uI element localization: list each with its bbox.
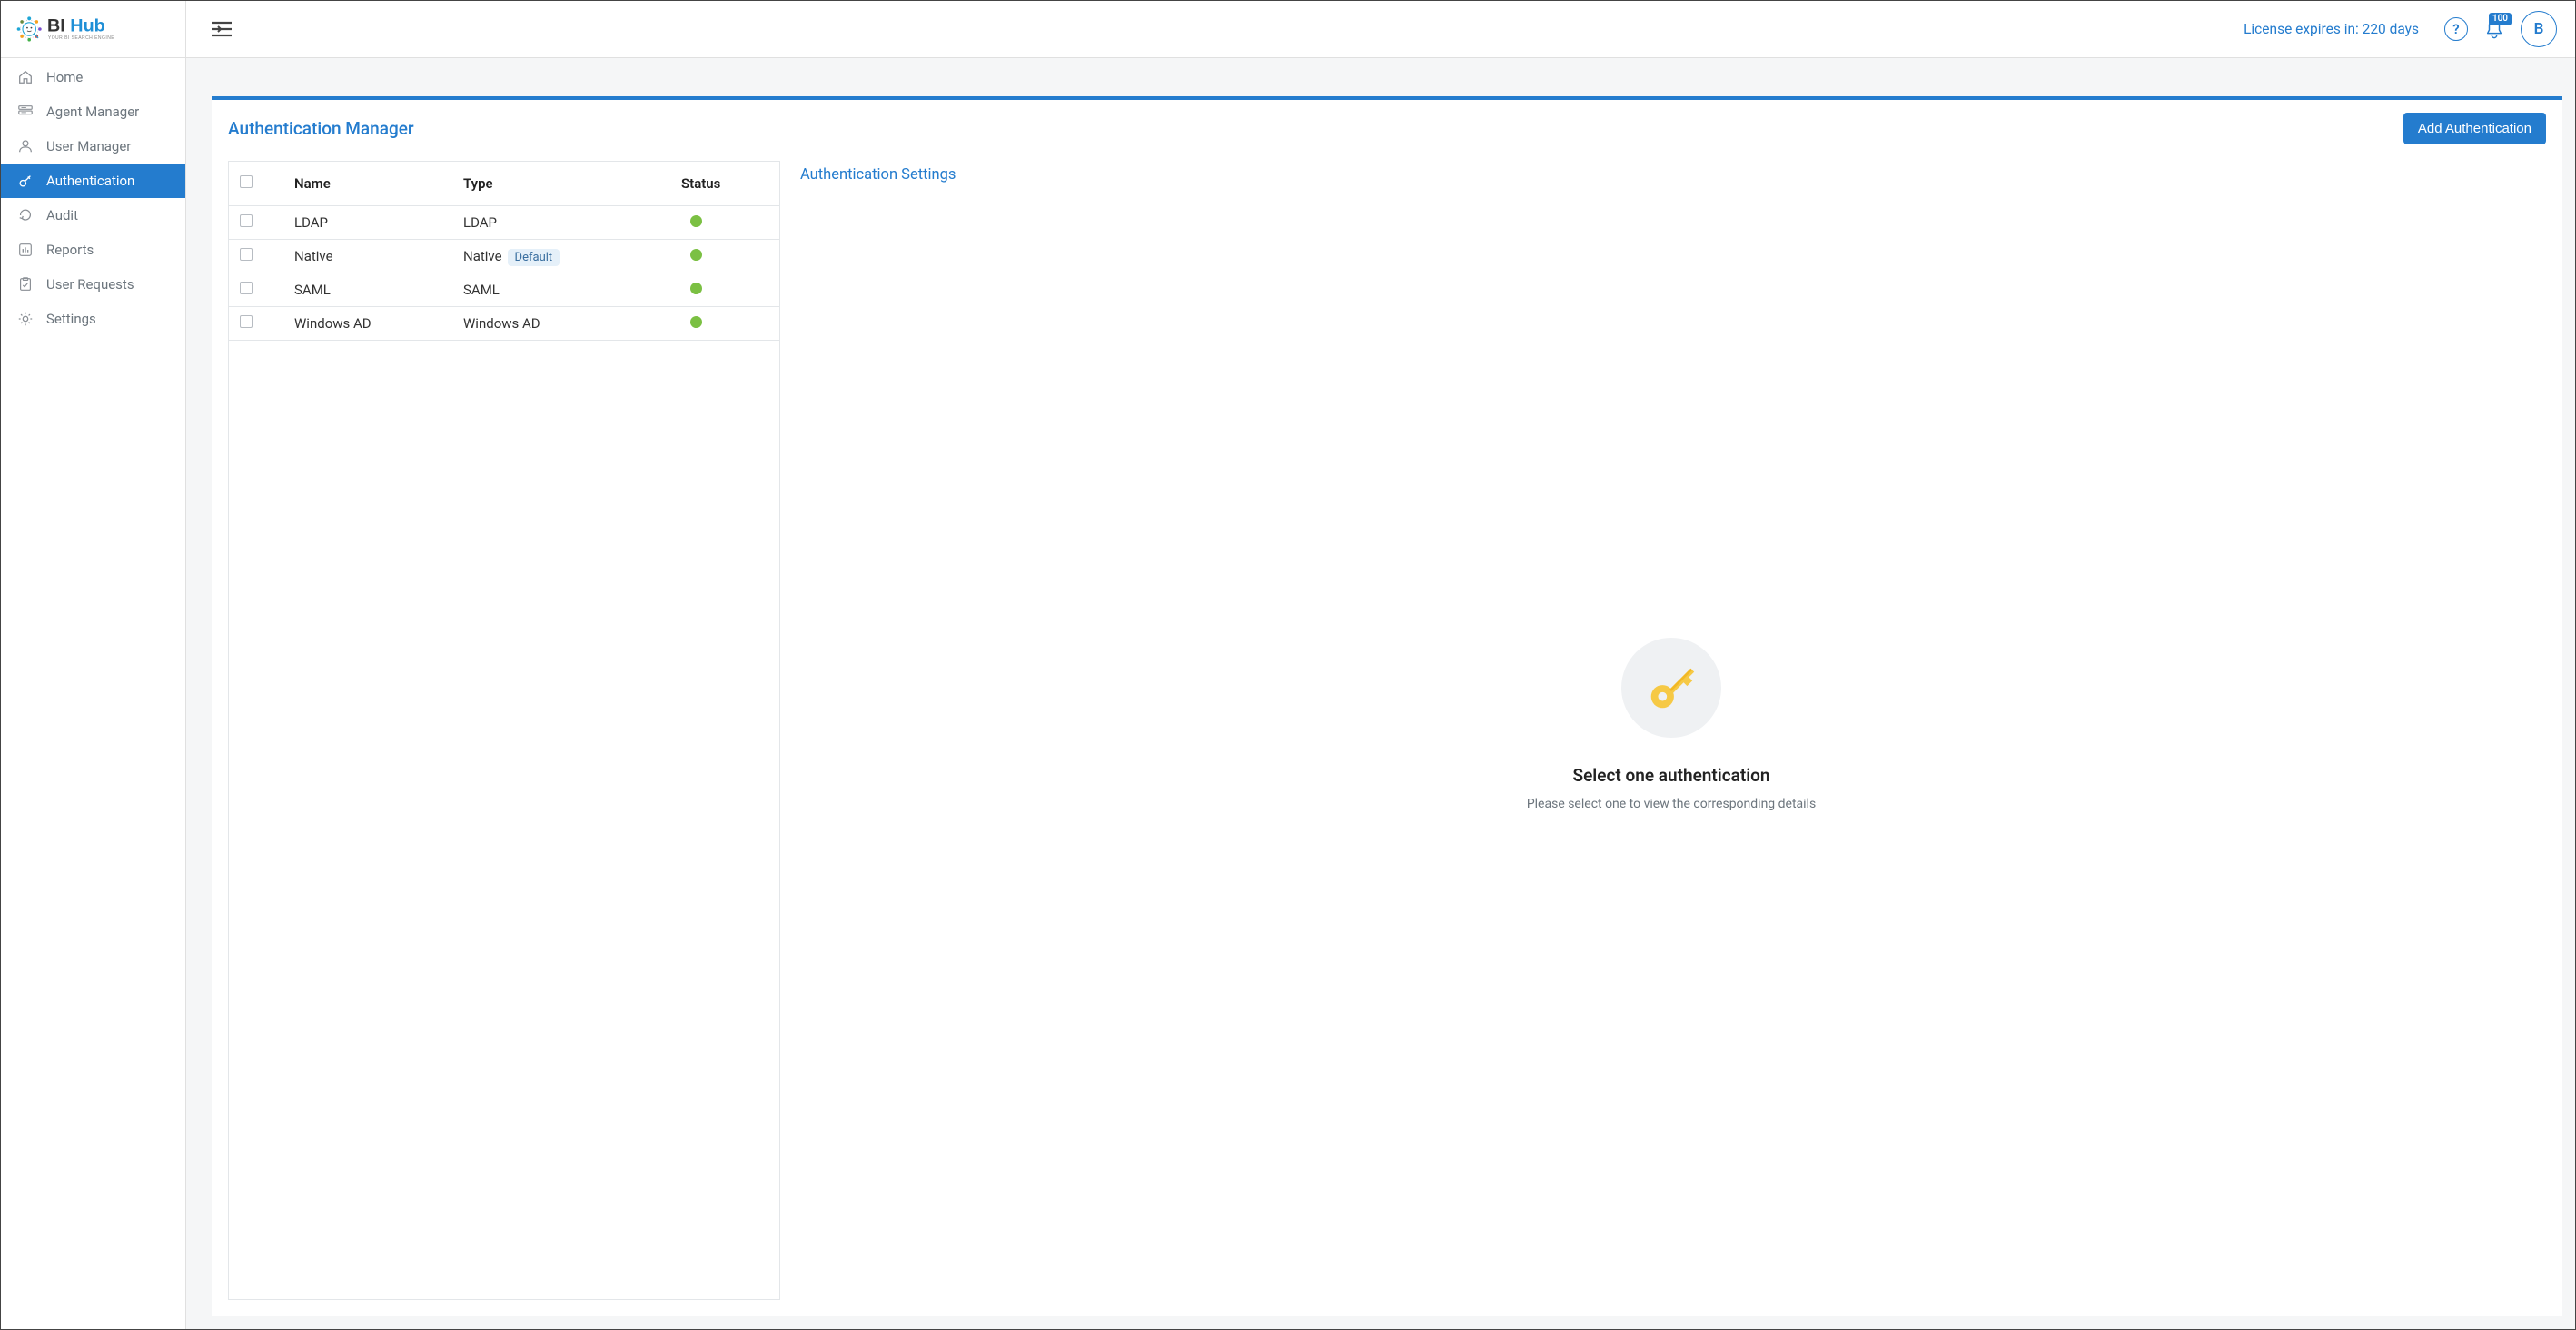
nav-label: Agent Manager [46, 104, 139, 120]
row-checkbox[interactable] [240, 282, 253, 294]
nav-label: User Requests [46, 276, 134, 293]
default-tag: Default [508, 249, 560, 266]
status-dot-icon [690, 316, 702, 328]
cell-status [670, 306, 779, 340]
table-row[interactable]: SAML SAML [229, 273, 779, 306]
status-dot-icon [690, 215, 702, 227]
notifications-button[interactable]: 100 [2484, 18, 2504, 40]
cell-status [670, 205, 779, 239]
nav-user-manager[interactable]: User Manager [1, 129, 185, 164]
nav-reports[interactable]: Reports [1, 233, 185, 267]
nav-label: Audit [46, 207, 78, 223]
menu-toggle-button[interactable] [212, 21, 232, 37]
column-header-name[interactable]: Name [283, 162, 452, 205]
select-all-checkbox[interactable] [240, 175, 253, 188]
cell-name: LDAP [283, 205, 452, 239]
svg-text:BI Hub: BI Hub [47, 16, 105, 36]
nav-label: User Manager [46, 138, 131, 154]
authentication-table: Name Type Status LDAP LDAP [229, 162, 779, 341]
column-header-status[interactable]: Status [670, 162, 779, 205]
authentication-settings-panel: Authentication Settings Select on [797, 161, 2546, 1300]
empty-state-subtitle: Please select one to view the correspond… [1527, 797, 1816, 811]
table-row[interactable]: Native NativeDefault [229, 239, 779, 273]
cell-status [670, 273, 779, 306]
nav-label: Authentication [46, 173, 134, 189]
topbar: BI Hub YOUR BI SEARCH ENGINE License exp… [1, 1, 2575, 58]
row-checkbox[interactable] [240, 214, 253, 227]
gear-icon [17, 311, 34, 327]
nav-home[interactable]: Home [1, 60, 185, 94]
nav-label: Settings [46, 311, 96, 327]
refresh-icon [17, 207, 34, 223]
column-header-type[interactable]: Type [452, 162, 670, 205]
home-icon [17, 69, 34, 85]
cell-status [670, 239, 779, 273]
user-icon [17, 138, 34, 154]
authentication-table-panel: Name Type Status LDAP LDAP [228, 161, 780, 1300]
svg-text:YOUR BI SEARCH ENGINE: YOUR BI SEARCH ENGINE [48, 35, 114, 41]
server-icon [17, 104, 34, 120]
cell-name: Windows AD [283, 306, 452, 340]
row-checkbox[interactable] [240, 315, 253, 328]
page-title: Authentication Manager [228, 118, 414, 139]
empty-state-title: Select one authentication [1572, 765, 1769, 786]
cell-name: SAML [283, 273, 452, 306]
notification-badge: 100 [2489, 13, 2512, 25]
empty-state: Select one authentication Please select … [800, 191, 2542, 1295]
key-illustration-icon [1643, 660, 1699, 716]
row-checkbox[interactable] [240, 248, 253, 261]
settings-panel-title: Authentication Settings [800, 166, 2542, 184]
key-icon [17, 173, 34, 189]
help-icon: ? [2444, 17, 2468, 41]
status-dot-icon [690, 283, 702, 294]
table-row[interactable]: LDAP LDAP [229, 205, 779, 239]
help-button[interactable]: ? [2444, 17, 2468, 41]
hamburger-icon [212, 21, 232, 37]
chart-icon [17, 242, 34, 258]
add-authentication-button[interactable]: Add Authentication [2403, 113, 2546, 144]
status-dot-icon [690, 249, 702, 261]
cell-type: Windows AD [452, 306, 670, 340]
nav-user-requests[interactable]: User Requests [1, 267, 185, 302]
cell-type: LDAP [452, 205, 670, 239]
cell-type: NativeDefault [452, 239, 670, 273]
user-avatar[interactable]: B [2521, 11, 2557, 47]
nav-audit[interactable]: Audit [1, 198, 185, 233]
brand-logo[interactable]: BI Hub YOUR BI SEARCH ENGINE [1, 1, 186, 57]
nav-settings[interactable]: Settings [1, 302, 185, 336]
nav-label: Reports [46, 242, 94, 258]
cell-name: Native [283, 239, 452, 273]
nav-label: Home [46, 69, 83, 85]
sidebar: Home Agent Manager User Manager Authenti… [1, 58, 186, 1329]
empty-state-illustration [1621, 638, 1721, 738]
license-expiry-text: License expires in: 220 days [2244, 21, 2419, 37]
nav-authentication[interactable]: Authentication [1, 164, 185, 198]
content-header-strip [186, 58, 2575, 96]
table-row[interactable]: Windows AD Windows AD [229, 306, 779, 340]
clipboard-icon [17, 276, 34, 293]
nav-agent-manager[interactable]: Agent Manager [1, 94, 185, 129]
content-area: Authentication Manager Add Authenticatio… [186, 58, 2575, 1329]
cell-type: SAML [452, 273, 670, 306]
